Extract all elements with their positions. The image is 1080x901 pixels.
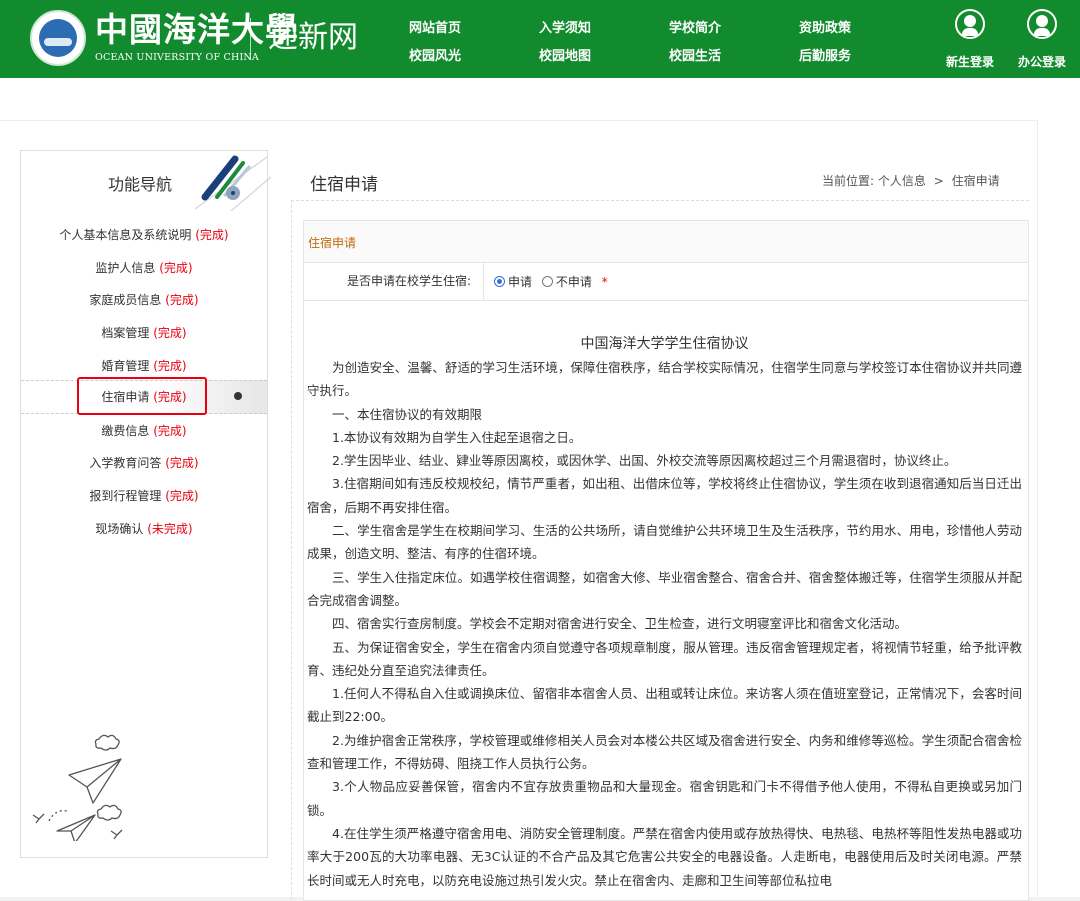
status-complete: (完成) (153, 424, 187, 438)
content-frame-top (0, 120, 1038, 121)
status-complete: (完成) (165, 456, 199, 470)
office-login-icon[interactable] (1027, 9, 1057, 39)
logo-divider (250, 18, 251, 60)
nav-admission-notes[interactable]: 入学须知 (539, 17, 591, 36)
sidebar-item-basic-info[interactable]: 个人基本信息及系统说明 (完成) (21, 227, 267, 243)
agreement-paragraph: 一、本住宿协议的有效期限 (332, 406, 483, 422)
question-label: 是否申请在校学生住宿: (304, 263, 484, 300)
agreement-paragraph: 二、学生宿舍是学生在校期间学习、生活的公共场所，请自觉维护公共环境卫生及生活秩序… (307, 523, 1022, 562)
status-complete: (完成) (159, 261, 193, 275)
nav-home[interactable]: 网站首页 (409, 17, 461, 36)
office-login-link[interactable]: 办公登录 (1018, 53, 1066, 70)
status-complete: (完成) (165, 293, 199, 307)
agreement-paragraph: 3.住宿期间如有违反校规校纪，情节严重者，如出租、出借床位等，学校将终止住宿协议… (307, 476, 1022, 515)
sidebar-item-travel-management[interactable]: 报到行程管理 (完成) (21, 488, 267, 504)
accommodation-form: 住宿申请 是否申请在校学生住宿: 申请 不申请 * 中国海洋大学学生住宿协议 为… (303, 220, 1029, 901)
university-logo-english: OCEAN UNIVERSITY OF CHINA (95, 52, 259, 63)
sidebar-item-family-members[interactable]: 家庭成员信息 (完成) (21, 292, 267, 308)
radio-not-apply[interactable] (541, 276, 553, 287)
nav-campus-scenery[interactable]: 校园风光 (409, 45, 461, 64)
status-complete: (完成) (153, 326, 187, 340)
radio-not-apply-label[interactable]: 不申请 (556, 275, 592, 289)
freshman-login-icon[interactable] (955, 9, 985, 39)
agreement-paragraph: 1.本协议有效期为自学生入住起至退宿之日。 (332, 429, 582, 445)
sidebar-item-archive-management[interactable]: 档案管理 (完成) (21, 325, 267, 341)
content-frame-right (1037, 120, 1038, 901)
section-title: 住宿申请 (308, 236, 357, 250)
agreement-paragraph: 4.在住学生须严格遵守宿舍用电、消防安全管理制度。严禁在宿舍内使用或存放热得快、… (307, 825, 1022, 888)
agreement-paragraph: 1.任何人不得私自入住或调换床位、留宿非本宿舍人员、出租或转让床位。来访客人须在… (307, 686, 1022, 725)
sidebar-title: 功能导航 (108, 175, 173, 194)
breadcrumb-prefix: 当前位置: (822, 174, 875, 188)
nav-campus-life[interactable]: 校园生活 (669, 45, 721, 64)
agreement-paragraph: 3.个人物品应妥善保管，宿舍内不宜存放贵重物品和大量现金。宿舍钥匙和门卡不得借予… (307, 779, 1022, 818)
agreement-paragraph: 三、学生入住指定床位。如遇学校住宿调整，如宿舍大修、毕业宿舍整合、宿舍合并、宿舍… (307, 569, 1022, 608)
agreement-paragraph: 2.为维护宿舍正常秩序，学校管理或维修相关人员会对本楼公共区域及宿舍进行安全、内… (307, 732, 1022, 772)
freshman-login-link[interactable]: 新生登录 (946, 53, 994, 70)
nav-campus-map[interactable]: 校园地图 (539, 45, 591, 64)
main-divider-horizontal (291, 200, 1029, 201)
agreement-paragraph: 2.学生因毕业、结业、肄业等原因离校，或因休学、出国、外校交流等原因离校超过三个… (332, 453, 957, 469)
main-divider-vertical (291, 200, 292, 900)
function-nav-sidebar: 功能导航 个人基本信息及系统说明 (完成) 监护人信息 (完成) 家庭成员信息 … (20, 150, 271, 858)
paper-plane-doodle-icon (32, 734, 123, 841)
agreement-paragraph: 五、为保证宿舍安全，学生在宿舍内须自觉遵守各项规章制度，服从管理。违反宿舍管理规… (307, 639, 1022, 678)
nav-school-intro[interactable]: 学校简介 (669, 17, 721, 36)
status-incomplete: (未完成) (147, 522, 193, 536)
radio-apply-label[interactable]: 申请 (508, 275, 532, 289)
agreement-title: 中国海洋大学学生住宿协议 (580, 336, 749, 352)
site-title[interactable]: 迎新网 (268, 18, 358, 58)
sidebar-item-enrollment-qa[interactable]: 入学教育问答 (完成) (21, 455, 267, 471)
pen-decoration-icon (194, 155, 271, 211)
agreement-paragraph: 四、宿舍实行查房制度。学校会不定期对宿舍进行安全、卫生检查，进行文明寝室评比和宿… (332, 616, 908, 632)
active-item-outline (77, 377, 207, 415)
page-title: 住宿申请 (310, 175, 378, 195)
university-emblem-icon[interactable] (30, 10, 86, 66)
site-header: 中國海洋大學 OCEAN UNIVERSITY OF CHINA 迎新网 网站首… (0, 0, 1080, 78)
breadcrumb-current: 住宿申请 (951, 174, 1000, 188)
breadcrumb-separator: > (933, 174, 944, 188)
sidebar-item-payment-info[interactable]: 缴费信息 (完成) (21, 423, 267, 439)
status-complete: (完成) (153, 359, 187, 373)
sidebar-item-marriage-management[interactable]: 婚育管理 (完成) (21, 358, 267, 374)
agreement-paragraph: 为创造安全、温馨、舒适的学习生活环境，保障住宿秩序，结合学校实际情况，住宿学生同… (307, 360, 1022, 399)
sidebar-item-onsite-confirmation[interactable]: 现场确认 (未完成) (21, 521, 267, 537)
breadcrumb: 当前位置: 个人信息 > 住宿申请 (822, 172, 1000, 189)
nav-logistics[interactable]: 后勤服务 (799, 45, 851, 64)
required-mark: * (601, 275, 608, 289)
sidebar-item-guardian-info[interactable]: 监护人信息 (完成) (21, 260, 267, 276)
radio-apply[interactable] (494, 276, 505, 287)
accommodation-agreement: 中国海洋大学学生住宿协议 为创造安全、温馨、舒适的学习生活环境，保障住宿秩序，结… (307, 334, 1022, 892)
radio-group: 申请 不申请 * (494, 275, 608, 289)
accommodation-question-row: 是否申请在校学生住宿: 申请 不申请 * (304, 263, 1028, 301)
status-complete: (完成) (165, 489, 199, 503)
section-header: 住宿申请 (304, 221, 1028, 263)
breadcrumb-personal-info[interactable]: 个人信息 (878, 174, 926, 188)
nav-financial-aid[interactable]: 资助政策 (799, 17, 851, 36)
status-complete: (完成) (195, 228, 229, 242)
